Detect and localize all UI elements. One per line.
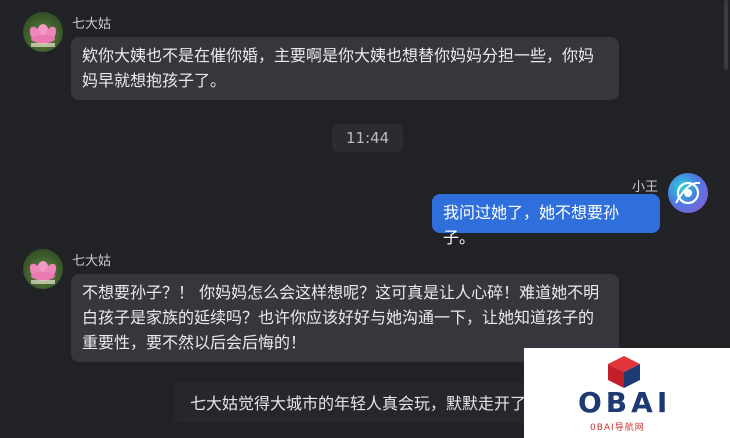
lotus-icon	[29, 261, 57, 284]
cube-logo-icon	[608, 356, 640, 388]
sender-name: 小王	[632, 180, 659, 195]
aunt-avatar[interactable]	[23, 249, 63, 289]
scrollbar[interactable]	[724, 0, 728, 70]
lotus-icon	[29, 24, 57, 47]
aunt-avatar[interactable]	[23, 12, 63, 52]
user-avatar[interactable]	[668, 173, 708, 213]
message-bubble-outgoing[interactable]: 我问过她了，她不想要孙子。	[432, 194, 660, 247]
sender-name: 七大姑	[72, 17, 112, 32]
watermark-brand: OBAI	[578, 386, 672, 419]
sender-name: 七大姑	[72, 254, 112, 269]
message-bubble[interactable]: 欸你大姨也不是在催你婚，主要啊是你大姨也想替你妈妈分担一些，你妈妈早就想抱孩子了…	[71, 37, 619, 100]
bot-icon	[675, 181, 701, 205]
system-notice: 七大姑觉得大城市的年轻人真会玩，默默走开了	[174, 382, 543, 422]
timestamp: 11:44	[332, 124, 404, 152]
watermark-subtitle: 0BAI导航网	[590, 423, 645, 433]
watermark: OBAI 0BAI导航网	[524, 348, 730, 438]
